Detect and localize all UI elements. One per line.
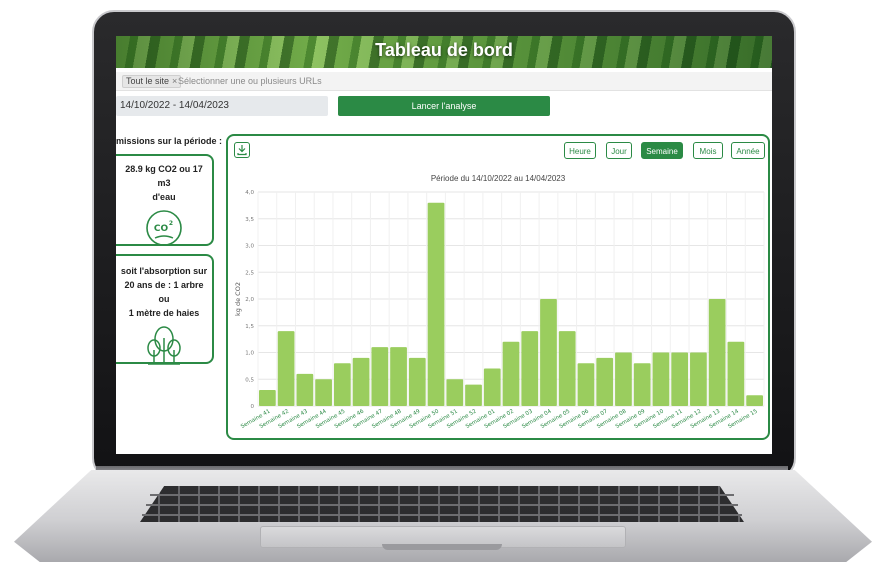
y-tick-label: 0,5 <box>245 377 254 383</box>
laptop-notch <box>382 544 502 550</box>
bar <box>671 352 689 406</box>
bar <box>371 347 389 406</box>
period-button-annee[interactable]: Année <box>731 142 765 159</box>
url-tag-label: Tout le site <box>126 76 170 86</box>
y-tick-label: 0 <box>251 404 255 410</box>
absorption-line1: soit l'absorption sur <box>120 266 208 276</box>
bar <box>465 384 482 406</box>
y-tick-label: 2,5 <box>245 270 254 276</box>
absorption-line2: 20 ans de : 1 arbre ou <box>124 280 204 304</box>
bar <box>427 202 445 406</box>
bar <box>390 347 407 406</box>
svg-text:2: 2 <box>169 220 173 227</box>
period-button-semaine[interactable]: Semaine <box>641 142 683 159</box>
y-tick-label: 1,5 <box>245 324 254 330</box>
url-tag[interactable]: Tout le site × <box>122 75 182 88</box>
chart-title: Période du 14/10/2022 au 14/04/2023 <box>430 174 566 183</box>
bar <box>408 357 426 406</box>
page-title: Tableau de bord <box>375 40 513 60</box>
y-tick-label: 1,0 <box>245 351 254 357</box>
bar <box>652 352 670 406</box>
co2-card: 28.9 kg CO2 ou 17 m3 d'eau CO 2 <box>116 154 214 246</box>
co2-icon: CO 2 <box>146 210 182 246</box>
y-tick-label: 3,5 <box>245 217 254 223</box>
co2-card-line1: 28.9 kg CO2 ou 17 m3 <box>125 164 203 188</box>
bar <box>259 389 276 406</box>
bar <box>446 379 464 406</box>
chart-panel: Heure Jour Semaine Mois Année Période du… <box>226 134 770 440</box>
bar <box>558 331 576 406</box>
y-tick-label: 4,0 <box>245 190 254 196</box>
date-range-input[interactable]: 14/10/2022 - 14/04/2023 <box>116 96 328 116</box>
bar <box>521 331 539 406</box>
svg-text:CO: CO <box>154 224 169 234</box>
dashboard-screen: Tableau de bord Tout le site × Sélectionn… <box>116 36 772 454</box>
tree-icon <box>147 326 181 365</box>
header-banner: Tableau de bord <box>116 36 772 68</box>
y-tick-label: 3,0 <box>245 244 254 250</box>
bar <box>577 363 595 406</box>
y-tick-label: 2,0 <box>245 297 254 303</box>
bar <box>296 373 314 406</box>
bar <box>596 357 614 406</box>
download-button[interactable] <box>234 142 250 158</box>
keyboard-row <box>146 504 738 506</box>
bar <box>727 341 745 406</box>
keyboard-row <box>150 494 734 496</box>
bar <box>615 352 632 406</box>
launch-analysis-button[interactable]: Lancer l'analyse <box>338 96 550 116</box>
co2-card-line2: d'eau <box>152 192 176 202</box>
bar <box>277 331 295 406</box>
keyboard-row <box>142 514 742 516</box>
url-filter-bar[interactable]: Tout le site × Sélectionner une ou plusie… <box>116 72 772 91</box>
remove-tag-icon[interactable]: × <box>172 76 177 86</box>
bar <box>352 357 370 406</box>
period-button-heure[interactable]: Heure <box>564 142 596 159</box>
period-button-mois[interactable]: Mois <box>693 142 723 159</box>
bar <box>483 368 501 406</box>
bar <box>708 299 726 406</box>
period-button-jour[interactable]: Jour <box>606 142 632 159</box>
download-icon <box>237 145 247 156</box>
bar <box>333 363 351 406</box>
bar <box>315 379 332 406</box>
emissions-title: missions sur la période : <box>116 136 223 146</box>
bar-chart: 00,51,01,52,02,53,03,54,0Semaine 41Semai… <box>234 190 765 430</box>
y-axis-label: kg de CO2 <box>234 282 242 316</box>
bar <box>633 363 651 406</box>
absorption-card: soit l'absorption sur 20 ans de : 1 arbr… <box>116 254 214 365</box>
absorption-line3: 1 mètre de haies <box>128 308 200 318</box>
bar <box>540 299 557 406</box>
bar <box>502 341 520 406</box>
url-select-placeholder[interactable]: Sélectionner une ou plusieurs URLs <box>178 75 322 87</box>
bar <box>690 352 707 406</box>
bar <box>746 395 763 406</box>
